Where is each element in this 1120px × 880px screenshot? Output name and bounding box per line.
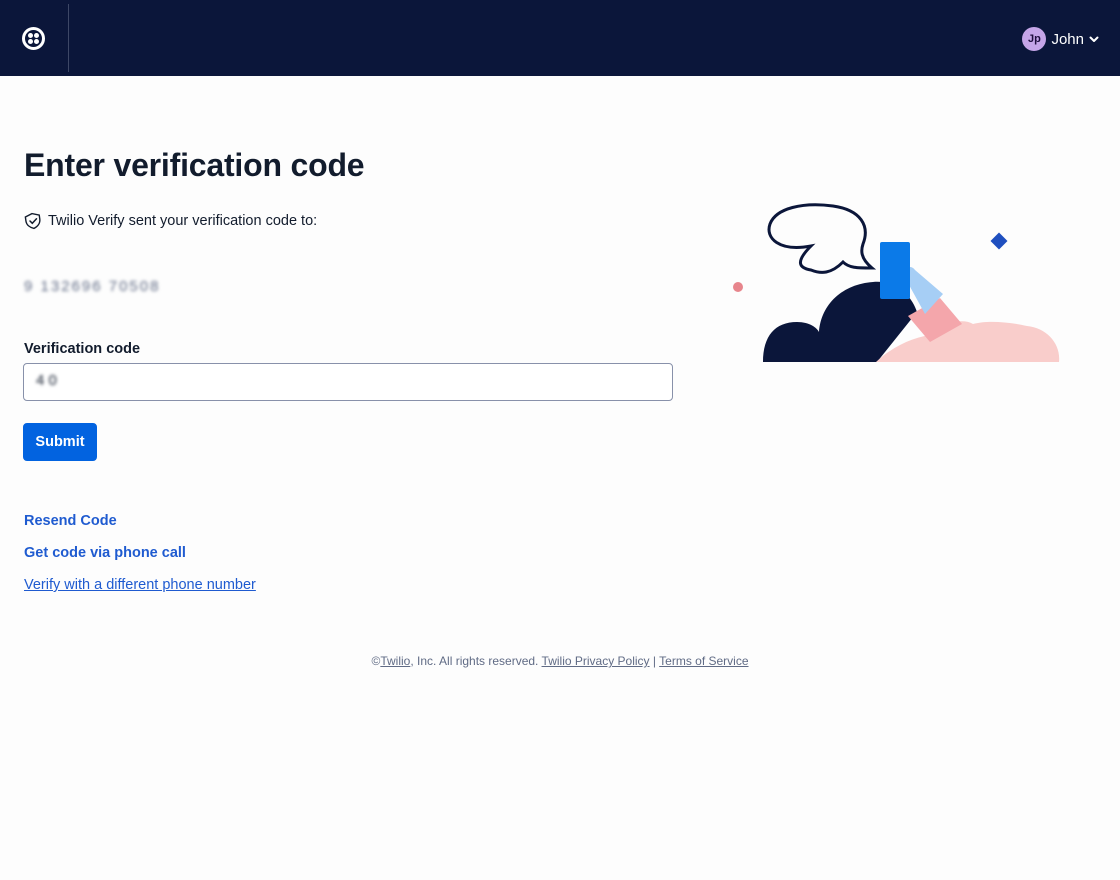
- user-menu[interactable]: Jp John: [1022, 27, 1100, 51]
- twilio-logo-icon[interactable]: [22, 27, 45, 50]
- shield-check-icon: [24, 212, 41, 230]
- header-divider: [68, 4, 69, 72]
- privacy-policy-link[interactable]: Twilio Privacy Policy: [542, 654, 650, 668]
- resend-code-link[interactable]: Resend Code: [24, 513, 117, 529]
- phone-call-link[interactable]: Get code via phone call: [24, 545, 186, 561]
- submit-button[interactable]: Submit: [23, 423, 97, 461]
- page-title: Enter verification code: [24, 147, 365, 183]
- different-number-link[interactable]: Verify with a different phone number: [24, 577, 256, 593]
- verification-code-value: 4 0: [36, 372, 57, 389]
- footer: ©Twilio, Inc. All rights reserved. Twili…: [371, 654, 749, 668]
- verification-code-label: Verification code: [24, 341, 141, 357]
- sent-message: Twilio Verify sent your verification cod…: [24, 212, 317, 230]
- sent-message-text: Twilio Verify sent your verification cod…: [48, 213, 318, 229]
- footer-separator: |: [652, 654, 657, 668]
- twilio-link[interactable]: Twilio: [380, 654, 410, 668]
- phone-number: 9 132696 70508: [24, 278, 161, 295]
- verification-illustration: [733, 203, 1060, 362]
- user-name: John: [1051, 30, 1084, 48]
- verification-code-input[interactable]: [23, 363, 673, 401]
- top-navigation-bar: Jp John: [0, 0, 1120, 76]
- avatar: Jp: [1022, 27, 1047, 51]
- chevron-down-icon: [1089, 36, 1099, 42]
- terms-link[interactable]: Terms of Service: [659, 654, 748, 668]
